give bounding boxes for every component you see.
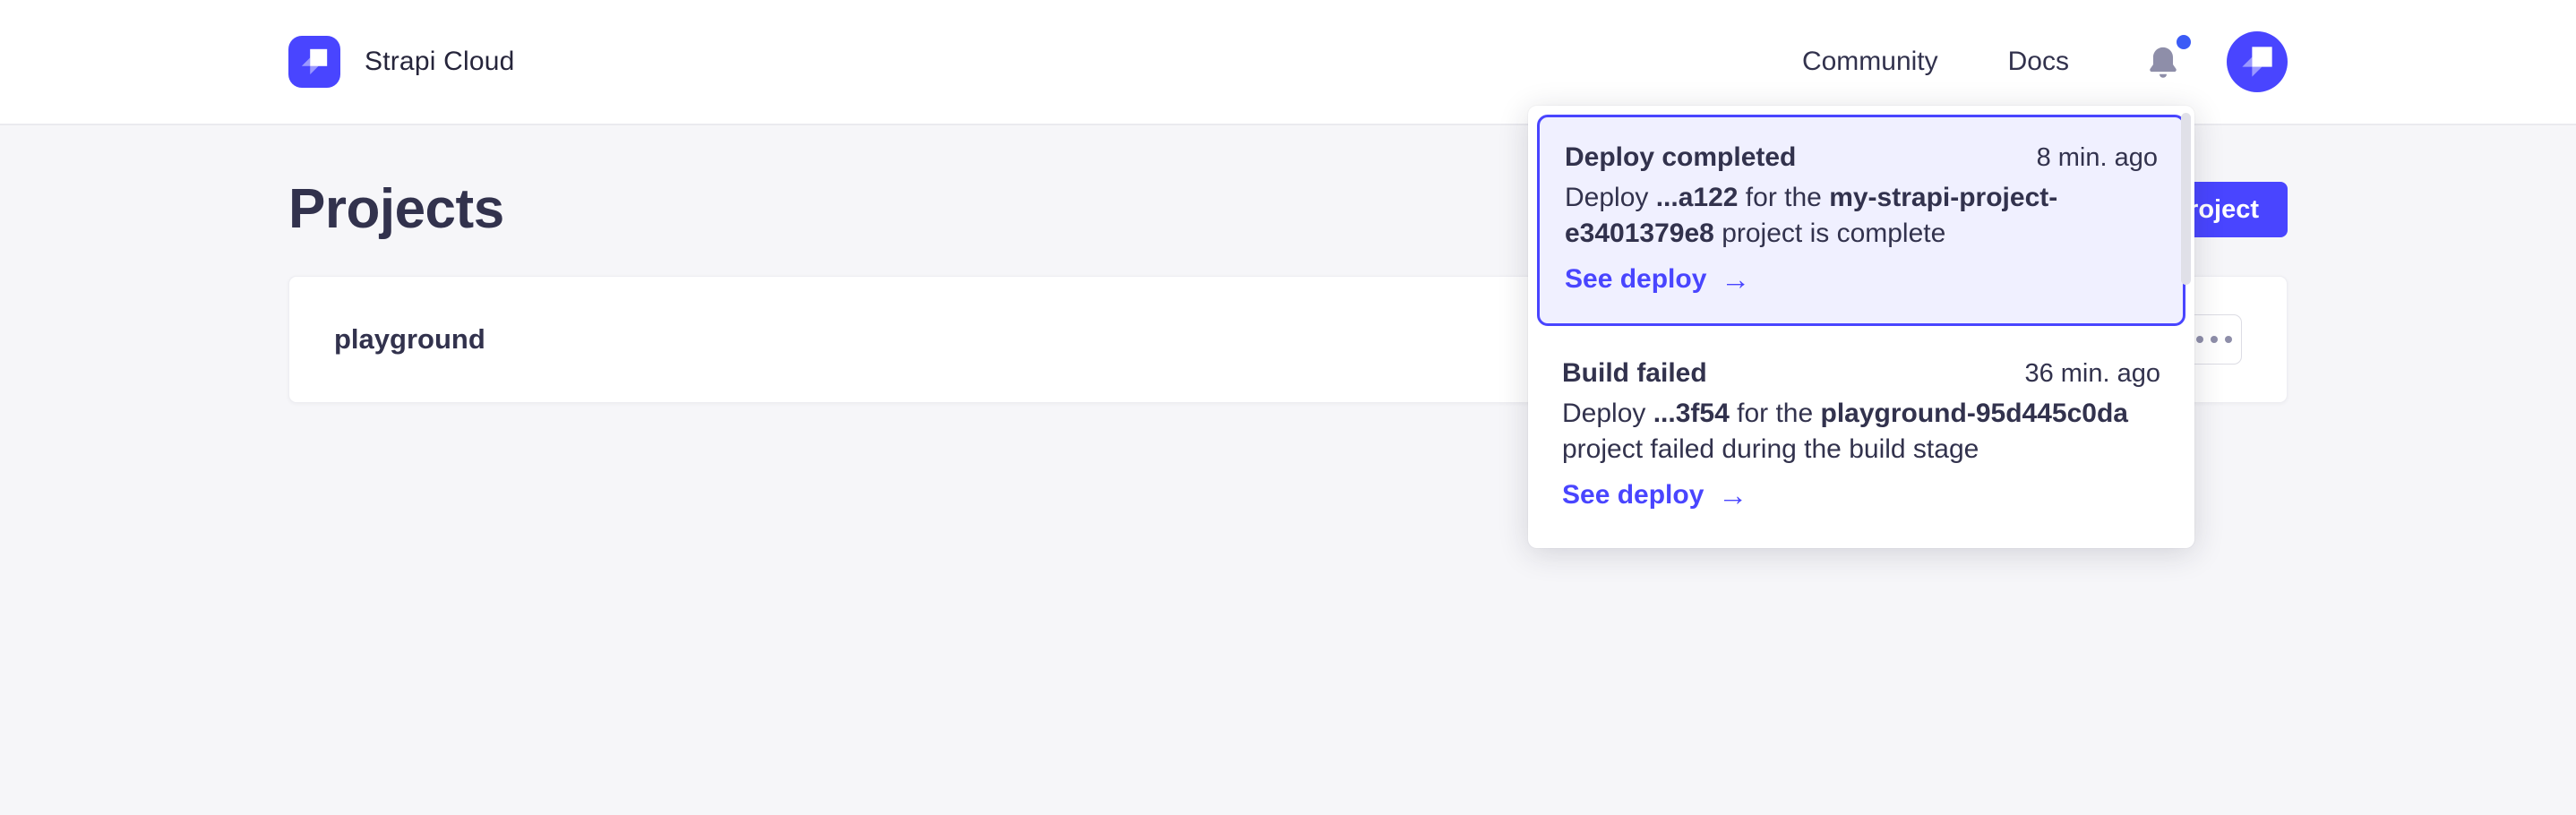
notification-title: Deploy completed (1565, 142, 1796, 173)
page-title: Projects (288, 172, 504, 247)
notification-title: Build failed (1562, 358, 1707, 389)
notification-item-build-failed[interactable]: Build failed 36 min. ago Deploy ...3f54 … (1537, 326, 2185, 516)
scrollbar-thumb[interactable] (2181, 113, 2191, 285)
strapi-avatar-icon (2233, 38, 2281, 86)
header-nav: Community Docs (1802, 31, 2288, 92)
nav-docs[interactable]: Docs (2008, 47, 2069, 77)
arrow-right-icon: → (1721, 266, 1750, 293)
notification-time: 8 min. ago (2037, 143, 2158, 173)
project-menu-button[interactable] (2186, 314, 2242, 365)
arrow-right-icon: → (1718, 482, 1747, 509)
project-name: playground (334, 323, 485, 356)
ellipsis-icon (2196, 336, 2232, 343)
unread-indicator-dot (2177, 35, 2191, 49)
notification-header-row: Deploy completed 8 min. ago (1565, 142, 2158, 173)
notification-item-deploy-completed[interactable]: Deploy completed 8 min. ago Deploy ...a1… (1537, 115, 2185, 326)
app: { "header": { "brand": "Strapi Cloud", "… (0, 0, 2576, 815)
project-id: playground-95d445c0da (1821, 399, 2128, 428)
bell-icon (2144, 42, 2182, 83)
see-deploy-link[interactable]: See deploy → (1562, 480, 1747, 510)
brand-label: Strapi Cloud (365, 47, 515, 77)
strapi-logo-icon (288, 36, 340, 88)
nav-community[interactable]: Community (1802, 47, 1938, 77)
deploy-id: ...3f54 (1653, 399, 1730, 428)
user-avatar-button[interactable] (2227, 31, 2288, 92)
notifications-button[interactable] (2142, 39, 2184, 84)
notification-header-row: Build failed 36 min. ago (1562, 358, 2160, 389)
notification-body: Deploy ...3f54 for the playground-95d445… (1562, 396, 2150, 468)
deploy-id: ...a122 (1656, 183, 1739, 212)
see-deploy-link[interactable]: See deploy → (1565, 264, 1750, 295)
notification-time: 36 min. ago (2024, 359, 2160, 389)
notifications-panel: Deploy completed 8 min. ago Deploy ...a1… (1528, 106, 2194, 548)
notification-body: Deploy ...a122 for the my-strapi-project… (1565, 180, 2152, 252)
brand-link[interactable]: Strapi Cloud (288, 36, 515, 88)
